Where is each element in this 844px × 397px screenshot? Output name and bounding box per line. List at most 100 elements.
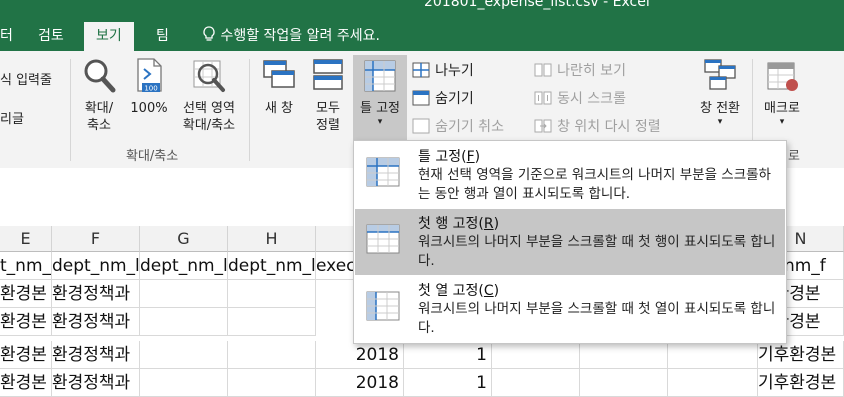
- zoom-selection-label-1: 선택 영역: [183, 101, 235, 116]
- new-window-icon: [256, 57, 302, 98]
- cell[interactable]: 기후환경본: [758, 341, 844, 369]
- side-by-side-icon: [534, 60, 552, 79]
- menu-item-freeze-top-row[interactable]: 첫 행 고정(R) 워크시트의 나머지 부분을 스크롤할 때 첫 행이 표시되도…: [355, 209, 785, 275]
- cell[interactable]: 기후환경본: [758, 369, 844, 397]
- cell[interactable]: [492, 369, 580, 397]
- new-window-button[interactable]: 새 창: [256, 57, 302, 141]
- formula-bar-checkbox-label[interactable]: 식 입력줄: [0, 69, 52, 88]
- separator: [70, 59, 71, 161]
- arrange-all-button[interactable]: 모두 정렬: [306, 57, 350, 141]
- cell[interactable]: 환경본: [0, 369, 52, 397]
- macros-button[interactable]: 매크로 ▾: [756, 57, 808, 141]
- tell-me-box[interactable]: 수행할 작업을 알려 주세요.: [202, 22, 380, 51]
- zoom-label-2: 축소: [87, 118, 111, 133]
- zoom-selection-icon: [174, 57, 244, 98]
- arrange-all-icon: [306, 57, 350, 98]
- freeze-panes-icon: [365, 156, 401, 192]
- tab-review[interactable]: 검토: [26, 22, 76, 51]
- switch-windows-label: 창 전환: [699, 101, 740, 116]
- cell[interactable]: dept_nm_l: [228, 252, 316, 280]
- unhide-window-icon: [412, 116, 430, 135]
- freeze-first-column-icon: [365, 290, 401, 326]
- cell[interactable]: [492, 341, 580, 369]
- freeze-panes-button[interactable]: 틀 고정 ▾: [353, 55, 407, 141]
- tab-team[interactable]: 팀: [144, 22, 181, 51]
- cell[interactable]: 2018: [316, 341, 404, 369]
- column-header-g[interactable]: G: [140, 226, 228, 252]
- column-header-h[interactable]: H: [228, 226, 316, 252]
- lightbulb-icon: [202, 26, 220, 44]
- tab-formulas[interactable]: 터: [0, 22, 25, 51]
- cell[interactable]: [140, 369, 228, 397]
- cell[interactable]: [580, 341, 668, 369]
- synchronous-scrolling-button: 동시 스크롤: [534, 88, 626, 108]
- cell[interactable]: [580, 369, 668, 397]
- menu-item-title: 첫 열 고정(C): [418, 283, 500, 299]
- hide-label: 숨기기: [435, 91, 474, 107]
- cell[interactable]: [228, 280, 316, 308]
- cell[interactable]: [140, 280, 228, 308]
- zoom-100-button[interactable]: 100 100%: [128, 57, 170, 141]
- accelerator-key: R: [483, 216, 494, 232]
- cell[interactable]: 환경정책과: [52, 280, 140, 308]
- cell[interactable]: 환경본: [0, 308, 52, 336]
- sync-scroll-label: 동시 스크롤: [557, 91, 626, 107]
- cell[interactable]: 환경정책과: [52, 341, 140, 369]
- cell[interactable]: [140, 308, 228, 336]
- reset-position-label: 창 위치 다시 정렬: [557, 119, 661, 135]
- cell[interactable]: [668, 341, 758, 369]
- cell[interactable]: [228, 369, 316, 397]
- cell[interactable]: [140, 341, 228, 369]
- new-window-label: 새 창: [264, 101, 294, 116]
- svg-text:100: 100: [144, 85, 157, 93]
- group-label-zoom: 확대/축소: [126, 149, 179, 164]
- split-button[interactable]: 나누기: [412, 60, 474, 80]
- title-bar: 201801_expense_list.csv - Excel: [0, 0, 844, 22]
- reset-position-icon: [534, 116, 552, 135]
- cell[interactable]: 환경본: [0, 280, 52, 308]
- reset-window-position-button: 창 위치 다시 정렬: [534, 116, 661, 136]
- menu-item-freeze-panes[interactable]: 틀 고정(F) 현재 선택 영역을 기준으로 워크시트의 나머지 부분을 스크롤…: [355, 142, 785, 208]
- switch-windows-button[interactable]: 창 전환 ▾: [692, 57, 748, 141]
- zoom-100-label: 100%: [130, 101, 168, 116]
- cell[interactable]: dept_nm_l: [140, 252, 228, 280]
- chevron-down-icon: ▾: [779, 117, 785, 127]
- headings-checkbox-label[interactable]: 리글: [0, 108, 24, 127]
- cell[interactable]: 환경정책과: [52, 308, 140, 336]
- zoom-to-selection-button[interactable]: 선택 영역 확대/축소: [174, 57, 244, 141]
- menu-item-title: 첫 행 고정(R): [418, 216, 500, 232]
- menu-item-description: 워크시트의 나머지 부분을 스크롤할 때 첫 행이 표시되도록 합니다.: [418, 234, 776, 269]
- cell[interactable]: 1: [404, 341, 492, 369]
- magnifier-icon: [76, 57, 122, 98]
- zoom-label-1: 확대/: [84, 101, 114, 116]
- arrange-all-label-1: 모두: [316, 101, 340, 116]
- cell[interactable]: [228, 341, 316, 369]
- cell[interactable]: [228, 308, 316, 336]
- column-header-e[interactable]: E: [0, 226, 52, 252]
- ribbon-tab-bar: 터 검토 보기 팀 수행할 작업을 알려 주세요.: [0, 22, 844, 51]
- cell[interactable]: 환경본: [0, 341, 52, 369]
- zoom-button[interactable]: 확대/ 축소: [76, 57, 122, 141]
- menu-item-title-text: 틀 고정: [418, 149, 462, 165]
- tab-view[interactable]: 보기: [84, 22, 134, 51]
- cell[interactable]: 1: [404, 369, 492, 397]
- cell[interactable]: 2018: [316, 369, 404, 397]
- macros-label: 매크로: [764, 101, 800, 116]
- cell[interactable]: dept_nm_l: [52, 252, 140, 280]
- split-icon: [412, 60, 430, 79]
- unhide-button: 숨기기 취소: [412, 116, 504, 136]
- freeze-panes-label: 틀 고정: [359, 101, 400, 116]
- zoom-100-icon: 100: [128, 57, 170, 98]
- window-title: 201801_expense_list.csv - Excel: [424, 0, 650, 10]
- column-header-f[interactable]: F: [52, 226, 140, 252]
- cell[interactable]: [668, 369, 758, 397]
- cell[interactable]: 환경정책과: [52, 369, 140, 397]
- hide-window-icon: [412, 88, 430, 107]
- menu-item-freeze-first-column[interactable]: 첫 열 고정(C) 워크시트의 나머지 부분을 스크롤할 때 첫 열이 표시되도…: [355, 276, 785, 342]
- side-by-side-label: 나란히 보기: [557, 63, 626, 79]
- cell[interactable]: t_nm_l: [0, 252, 52, 280]
- hide-button[interactable]: 숨기기: [412, 88, 474, 108]
- accelerator-key: F: [466, 149, 475, 165]
- group-label-macro: 로: [788, 149, 800, 164]
- unhide-label: 숨기기 취소: [435, 119, 504, 135]
